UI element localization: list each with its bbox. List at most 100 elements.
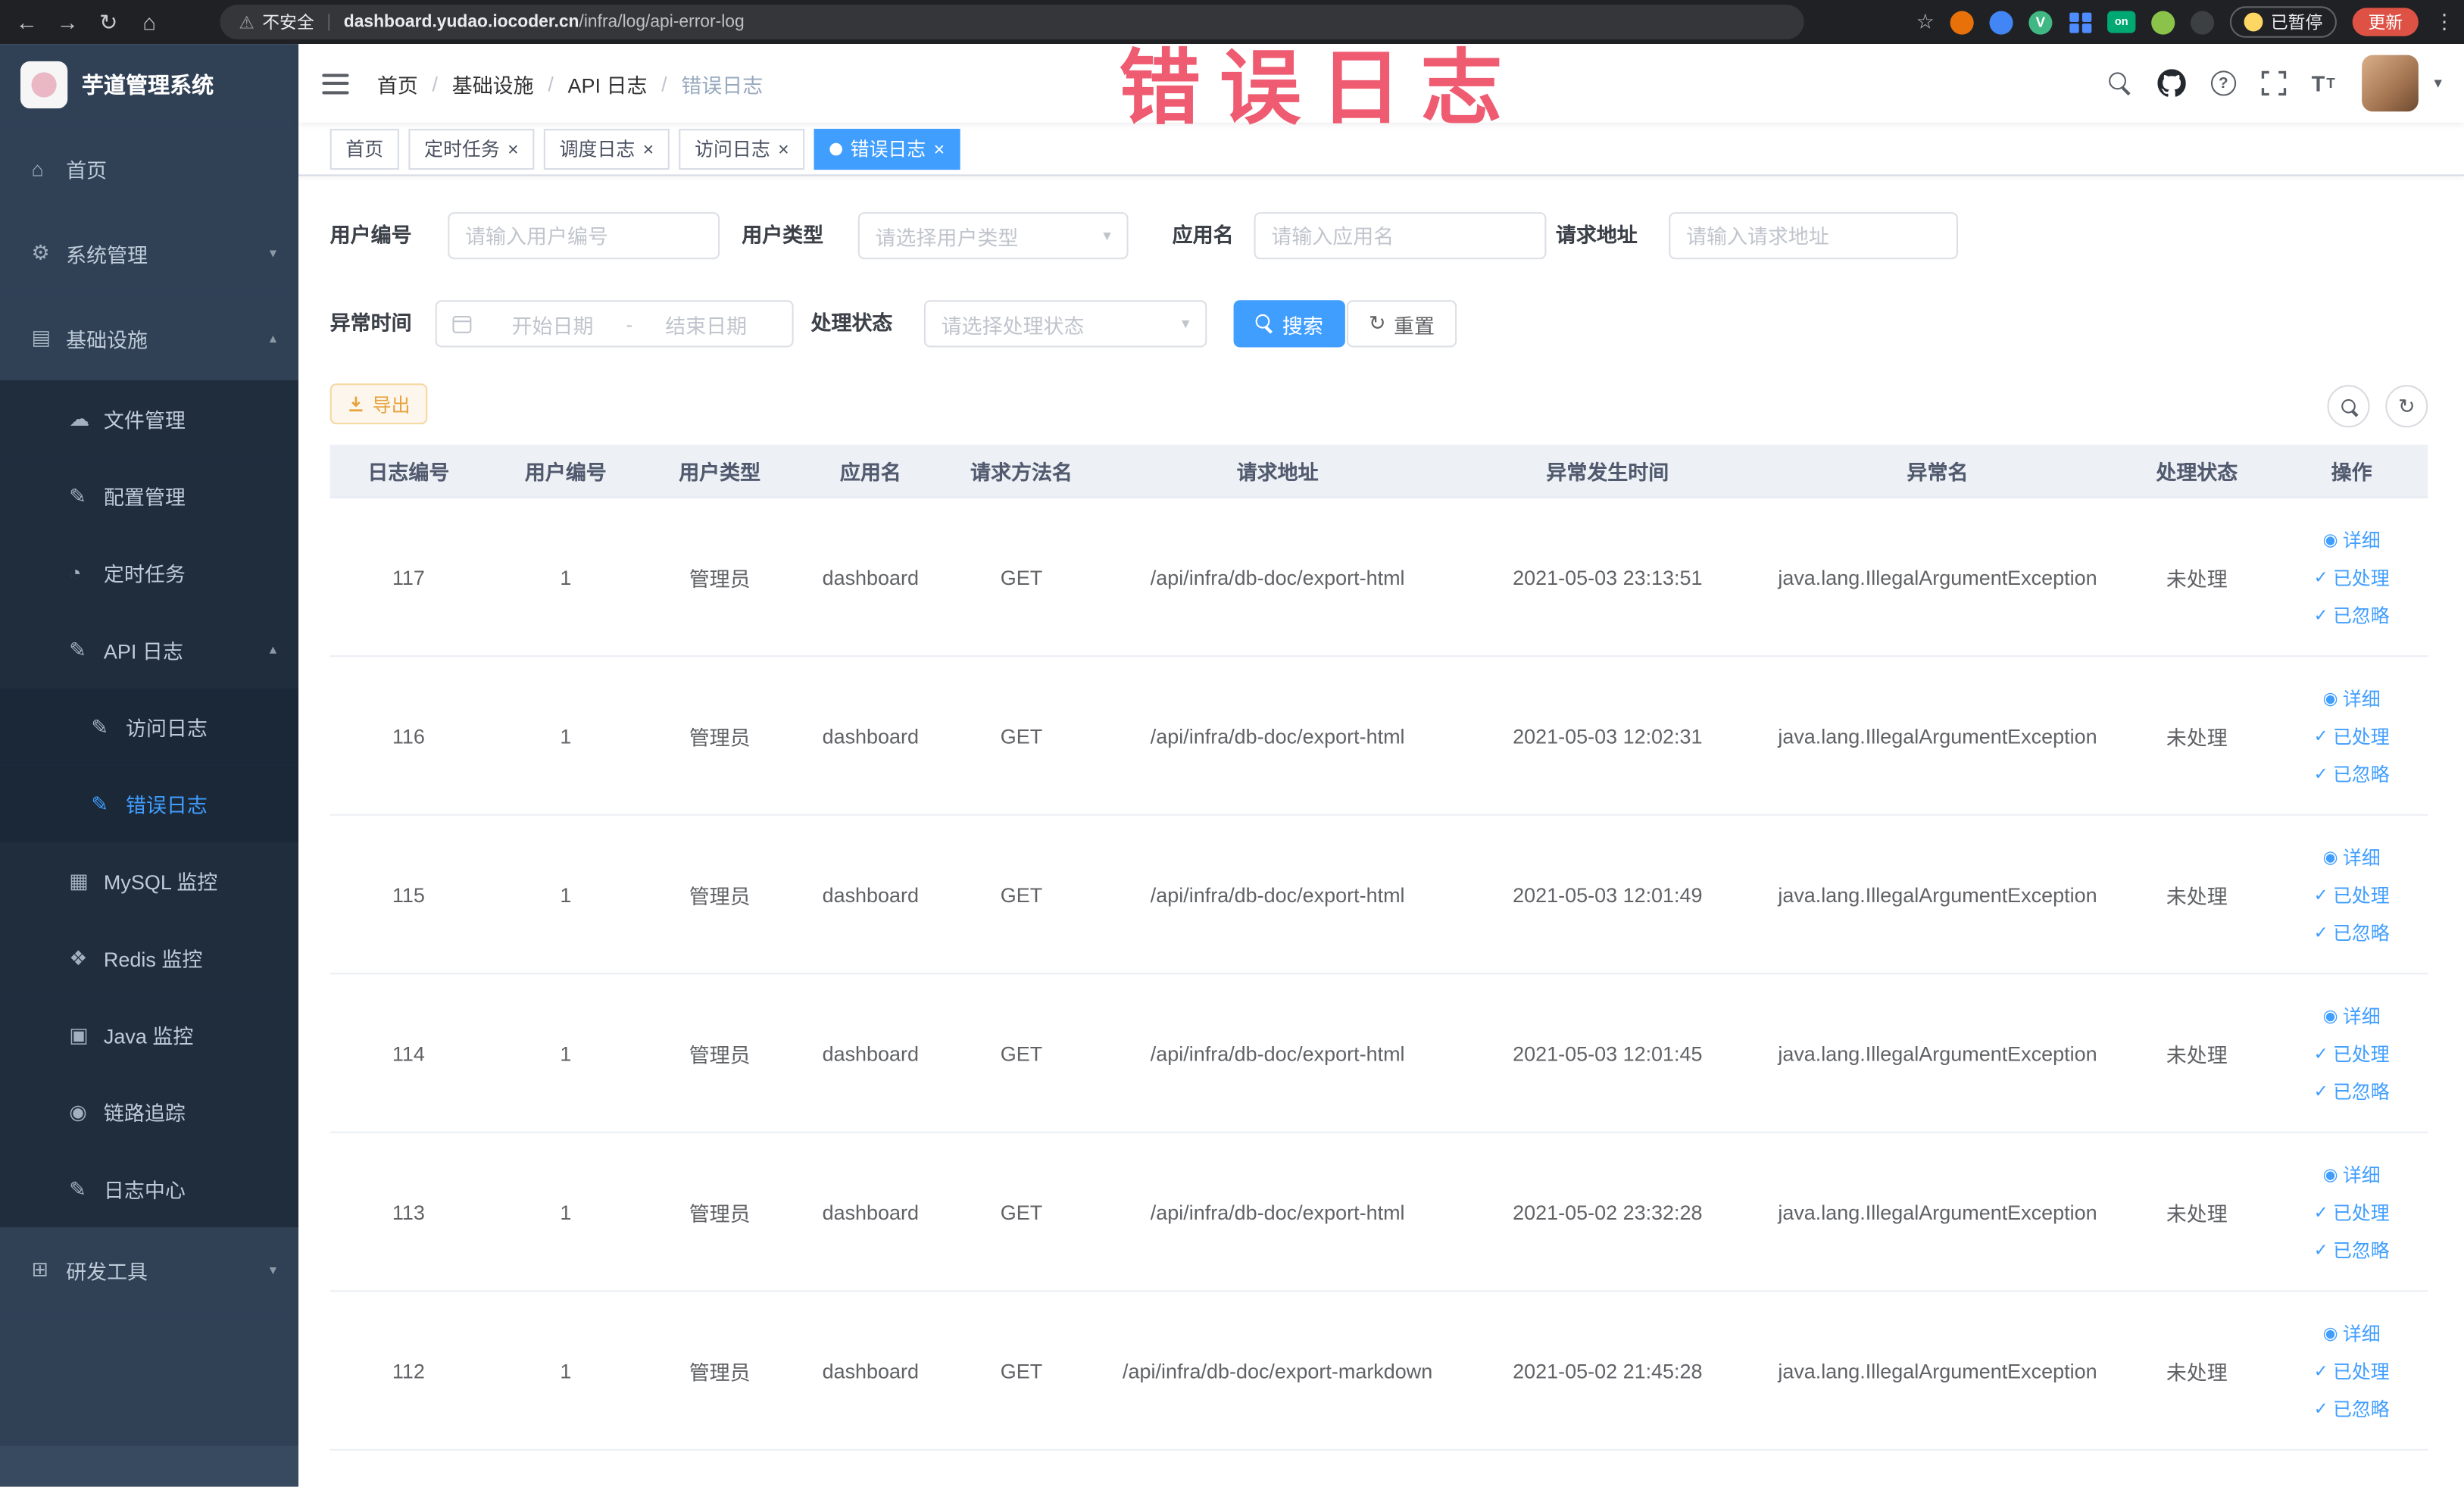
detail-action-link[interactable]: ◉ 详细	[2323, 1002, 2381, 1029]
extension-icon[interactable]	[1989, 10, 2013, 34]
export-button[interactable]: 导出	[329, 383, 428, 425]
cell-id: 112	[392, 1358, 425, 1382]
detail-action-link[interactable]: ◉ 详细	[2323, 1320, 2381, 1346]
sidebar-footer-strip	[0, 1445, 299, 1487]
sidebar-item-label: Redis 监控	[103, 947, 203, 972]
reload-icon[interactable]: ↻	[88, 8, 129, 35]
user-avatar[interactable]	[2362, 55, 2419, 112]
sidebar-item[interactable]: ◉ 链路追踪	[0, 1073, 299, 1151]
tag-tab[interactable]: 错误日志 ×	[814, 128, 960, 170]
cell-app: dashboard	[822, 1358, 920, 1382]
breadcrumb-item[interactable]: 基础设施	[452, 68, 534, 98]
cell-user_id: 1	[560, 1199, 572, 1224]
request-url-input[interactable]	[1669, 212, 1958, 260]
sidebar-item[interactable]: ⌂ 首页	[0, 125, 299, 211]
processed-action-link[interactable]: ✓ 已处理	[2314, 1039, 2390, 1066]
breadcrumb-item[interactable]: API 日志	[568, 68, 648, 98]
update-button[interactable]: 更新	[2352, 8, 2419, 36]
extension-icon[interactable]	[2068, 10, 2091, 33]
toggle-search-button[interactable]	[2327, 385, 2370, 428]
close-icon[interactable]: ×	[643, 139, 654, 158]
ignored-action-link[interactable]: ✓ 已忽略	[2314, 760, 2390, 786]
bookmark-star-icon[interactable]: ☆	[1916, 9, 1935, 34]
close-icon[interactable]: ×	[507, 139, 519, 158]
sidebar-item[interactable]: ✎ 错误日志	[0, 765, 299, 842]
check-icon: ✓	[2313, 886, 2328, 904]
detail-action-link[interactable]: ◉ 详细	[2323, 843, 2381, 870]
search-button[interactable]: 搜索	[1233, 300, 1345, 348]
sidebar-item[interactable]: ✎ 访问日志	[0, 688, 299, 766]
processed-action-link[interactable]: ✓ 已处理	[2314, 564, 2390, 590]
paused-badge[interactable]: 已暂停	[2229, 6, 2337, 38]
column-header: 请求地址	[1236, 460, 1319, 484]
sidebar-item[interactable]: ▦ MySQL 监控	[0, 842, 299, 920]
tag-tab[interactable]: 定时任务 ×	[408, 128, 535, 170]
home-icon[interactable]: ⌂	[129, 9, 170, 34]
tag-tab[interactable]: 首页	[329, 128, 399, 170]
sidebar-item[interactable]: ⊞ 研发工具 ▾	[0, 1227, 299, 1313]
sidebar-item[interactable]: ⚙ 系统管理 ▾	[0, 210, 299, 296]
sidebar-item[interactable]: ▣ Java 监控	[0, 996, 299, 1073]
font-size-icon[interactable]: TT	[2312, 70, 2337, 95]
table-toolbar: ↻	[2327, 385, 2428, 428]
api-log-icon: ✎	[69, 637, 86, 661]
detail-action-link[interactable]: ◉ 详细	[2323, 526, 2381, 552]
tag-tab[interactable]: 调度日志 ×	[543, 128, 670, 170]
user-id-input[interactable]	[448, 212, 720, 260]
sidebar-item[interactable]: ❖ Redis 监控	[0, 919, 299, 997]
user-type-select[interactable]: 请选择用户类型 ▾	[857, 212, 1129, 260]
ignored-action-link[interactable]: ✓ 已忽略	[2314, 1077, 2390, 1104]
forward-icon[interactable]: →	[47, 9, 88, 34]
user-id-label: 用户编号	[329, 223, 412, 247]
sidebar-item[interactable]: ✎ API 日志 ▴	[0, 611, 299, 689]
browser-menu-icon[interactable]: ⋮	[2434, 9, 2455, 34]
github-icon[interactable]	[2157, 69, 2186, 97]
detail-action-link[interactable]: ◉ 详细	[2323, 1161, 2381, 1187]
hamburger-icon[interactable]	[322, 73, 349, 94]
check-icon: ✓	[2313, 764, 2328, 784]
breadcrumb-item[interactable]: 首页	[377, 68, 418, 98]
action-label: 详细	[2342, 1164, 2381, 1186]
processed-action-link[interactable]: ✓ 已处理	[2314, 1357, 2390, 1383]
address-bar[interactable]: ⚠ 不安全 | dashboard.yudao.iocoder.cn /infr…	[220, 5, 1804, 39]
ignored-action-link[interactable]: ✓ 已忽略	[2314, 1395, 2390, 1421]
sidebar-item[interactable]: ◔ 定时任务	[0, 534, 299, 612]
reset-button[interactable]: ↻ 重置	[1346, 300, 1457, 348]
tag-tab[interactable]: 访问日志 ×	[679, 128, 805, 170]
check-icon: ✓	[2313, 605, 2328, 625]
close-icon[interactable]: ×	[934, 139, 945, 158]
back-icon[interactable]: ←	[6, 9, 47, 34]
sidebar-item[interactable]: ✎ 日志中心	[0, 1150, 299, 1228]
column-header: 异常名	[1907, 460, 1969, 484]
processed-action-link[interactable]: ✓ 已处理	[2314, 1198, 2390, 1225]
sidebar-item[interactable]: ✎ 配置管理	[0, 457, 299, 535]
extension-icon[interactable]	[2151, 10, 2175, 34]
row-actions: ◉ 详细 ✓ 已处理 ✓ 已忽略	[2275, 1320, 2428, 1422]
refresh-button[interactable]: ↻	[2385, 385, 2428, 428]
vue-devtools-icon[interactable]: V	[2028, 10, 2053, 34]
close-icon[interactable]: ×	[778, 139, 789, 158]
app-name-input[interactable]	[1254, 212, 1547, 260]
processed-action-link[interactable]: ✓ 已处理	[2314, 881, 2390, 908]
extension-icon[interactable]	[1950, 10, 1974, 34]
ignored-action-link[interactable]: ✓ 已忽略	[2314, 601, 2390, 628]
extension-on-icon[interactable]: on	[2107, 11, 2136, 33]
chevron-down-icon[interactable]: ▾	[2434, 75, 2442, 92]
active-tab-dot	[829, 142, 843, 155]
sidebar-item[interactable]: ☁ 文件管理	[0, 380, 299, 458]
sidebar-item-label: 错误日志	[125, 793, 208, 817]
fullscreen-icon[interactable]	[2261, 70, 2286, 96]
process-status-select[interactable]: 请选择处理状态 ▾	[923, 300, 1207, 348]
action-label: 详细	[2342, 1004, 2381, 1027]
sidebar-item[interactable]: ▤ 基础设施 ▴	[0, 295, 299, 381]
logo[interactable]: 芋道管理系统	[0, 44, 298, 126]
extension-icon[interactable]	[2191, 10, 2215, 34]
ignored-action-link[interactable]: ✓ 已忽略	[2314, 919, 2390, 945]
ignored-action-link[interactable]: ✓ 已忽略	[2314, 1236, 2390, 1263]
date-range-picker[interactable]: 开始日期 - 结束日期	[435, 300, 794, 348]
action-label: 已处理	[2332, 1201, 2390, 1224]
processed-action-link[interactable]: ✓ 已处理	[2314, 722, 2390, 748]
search-icon[interactable]	[2108, 71, 2132, 95]
help-icon[interactable]: ?	[2210, 70, 2236, 96]
detail-action-link[interactable]: ◉ 详细	[2323, 684, 2381, 711]
